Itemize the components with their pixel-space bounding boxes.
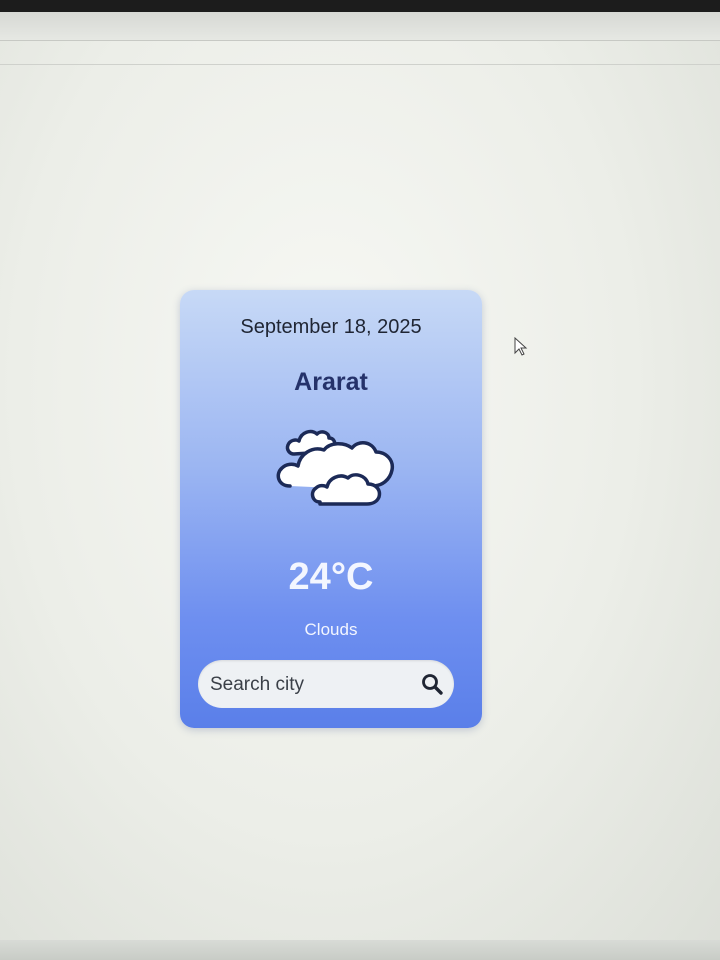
date-label: September 18, 2025 (240, 316, 422, 338)
taskbar (0, 940, 720, 960)
browser-frame (0, 12, 720, 41)
temperature-value: 24°C (288, 556, 374, 598)
monitor-top-bezel (0, 0, 720, 12)
weather-condition: Clouds (304, 620, 358, 639)
search-input[interactable] (208, 668, 412, 702)
city-name: Ararat (294, 368, 368, 396)
search-bar (198, 660, 454, 708)
cloudy-icon (276, 429, 395, 506)
mouse-cursor-icon (514, 337, 528, 356)
weather-card: September 18, 2025 Ararat 24°C Clouds (180, 290, 482, 728)
search-button[interactable] (418, 670, 446, 698)
toolbar-divider (0, 64, 720, 65)
search-icon (422, 674, 443, 695)
